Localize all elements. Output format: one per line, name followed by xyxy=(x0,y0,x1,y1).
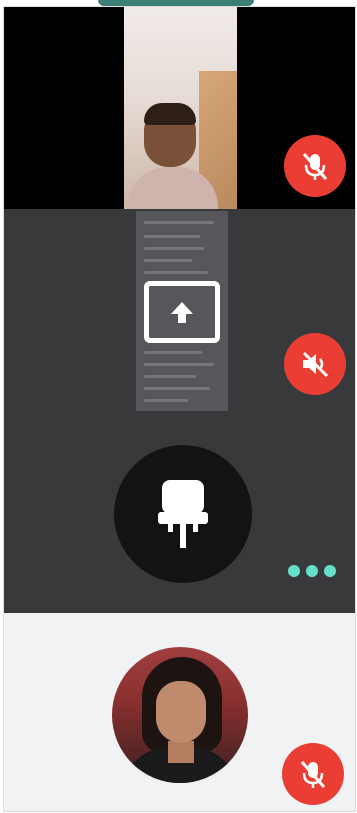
power-plug-icon xyxy=(158,480,208,548)
dot xyxy=(324,565,336,577)
device-avatar xyxy=(114,445,252,583)
upload-arrow-icon[interactable] xyxy=(144,281,220,343)
participant-tile-device[interactable] xyxy=(4,415,355,613)
more-dots-icon[interactable] xyxy=(288,565,336,577)
participant-tile-screen-share[interactable] xyxy=(4,209,355,415)
participant-tile-camera[interactable] xyxy=(4,7,355,209)
avatar xyxy=(112,647,248,783)
dot xyxy=(306,565,318,577)
video-person-hair xyxy=(144,103,196,125)
dot xyxy=(288,565,300,577)
speaker-off-icon[interactable] xyxy=(284,333,346,395)
participant-tile-profile[interactable] xyxy=(4,613,355,811)
mic-off-icon[interactable] xyxy=(284,135,346,197)
participant-grid xyxy=(3,6,356,812)
video-feed xyxy=(124,7,237,209)
mic-off-icon[interactable] xyxy=(282,743,344,805)
